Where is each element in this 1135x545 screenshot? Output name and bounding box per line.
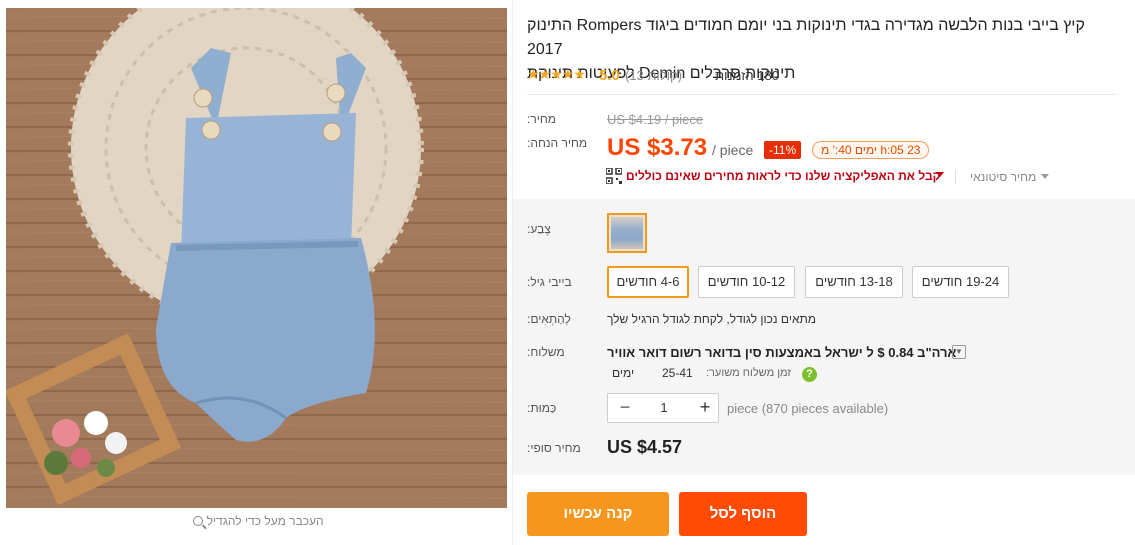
magnifier-icon <box>193 516 204 526</box>
size-option-13-18[interactable]: 13-18 חודשים <box>805 266 903 298</box>
fit-label: לְהַתְאִים: <box>527 312 571 326</box>
rating-votes[interactable]: (13 קולות) <box>625 68 682 83</box>
price-label: מחיר: <box>527 112 557 126</box>
shipping-label: משלוח: <box>527 345 565 359</box>
help-icon[interactable]: ? <box>802 367 817 382</box>
product-photo <box>6 8 507 508</box>
zoom-hint-text: העכבר מעל כדי להגדיל <box>206 514 324 528</box>
rating-score: 5.0 <box>599 67 620 84</box>
rating-stars-icon: ★★★★★ <box>527 66 586 82</box>
horizontal-divider <box>527 94 1117 95</box>
fit-description: מתאים נכון לגודל, לקחת לגודל הרגיל שלך <box>607 312 817 326</box>
quantity-label: כַּמוּת: <box>527 401 557 415</box>
sale-price: US $3.73 <box>607 134 708 161</box>
quantity-increase-button[interactable]: + <box>694 397 716 419</box>
shipping-time-label: זמן משלוח משוער: <box>706 367 791 379</box>
qr-code-icon[interactable] <box>606 168 622 184</box>
original-price: US $4.19 / piece <box>607 112 704 127</box>
discount-price-label: מחיר הנחה: <box>527 136 588 150</box>
orders-count: 180 הזמנות <box>715 68 779 83</box>
app-promo-link[interactable]: קבל את האפליקציה שלנו כדי לראות מחירים ש… <box>626 169 940 183</box>
discount-badge: -11% <box>764 141 802 159</box>
buy-now-button[interactable]: קנה עכשיו <box>527 492 669 536</box>
product-gallery: העכבר מעל כדי להגדיל <box>6 8 507 545</box>
quantity-decrease-button[interactable]: − <box>614 397 636 419</box>
rating-row: ★★★★★ 5.0 (13 קולות) ⌄ 180 הזמנות <box>527 66 1117 88</box>
add-to-cart-button[interactable]: הוסף לסל <box>679 492 807 536</box>
countdown-timer: 23 h:05 ימים 40:' מ <box>812 141 930 159</box>
shipping-days-unit: ימים <box>612 366 635 380</box>
size-option-4-6[interactable]: 4-6 חודשים <box>607 266 689 298</box>
quantity-input[interactable]: 1 <box>644 400 684 415</box>
caret-down-icon[interactable] <box>1041 174 1049 179</box>
shipping-method[interactable]: ארה"ב 0.84 $ ל ישראל באמצעות סין בדואר ר… <box>607 345 956 360</box>
product-info: קיץ בייבי בנות הלבשה מגדירה בגדי תינוקות… <box>527 14 1117 86</box>
wholesale-price-link[interactable]: מחיר סיטונאי <box>970 170 1036 184</box>
price-unit: / piece <box>712 142 754 158</box>
zoom-hint: העכבר מעל כדי להגדיל <box>6 514 507 528</box>
quantity-stepper: − 1 + <box>607 393 719 423</box>
product-title-line-1: קיץ בייבי בנות הלבשה מגדירה בגדי תינוקות… <box>527 17 1085 58</box>
size-option-19-24[interactable]: 19-24 חודשים <box>912 266 1009 298</box>
age-label: בייבי גיל: <box>527 275 572 289</box>
caret-down-icon[interactable] <box>936 172 944 177</box>
color-swatch-selected[interactable] <box>607 213 647 253</box>
product-main-image[interactable] <box>6 8 507 508</box>
color-thumbnail <box>611 217 643 249</box>
quantity-available: piece (870 pieces available) <box>727 401 889 416</box>
size-option-10-12[interactable]: 10-12 חודשים <box>698 266 795 298</box>
color-label: צֶבַע: <box>527 222 551 236</box>
total-price-label: מחיר סופי: <box>527 441 581 455</box>
separator <box>955 170 956 184</box>
total-price: US $4.57 <box>607 437 683 457</box>
shipping-days: 25-41 <box>662 366 693 380</box>
chevron-down-icon[interactable]: ▼ <box>952 345 966 359</box>
